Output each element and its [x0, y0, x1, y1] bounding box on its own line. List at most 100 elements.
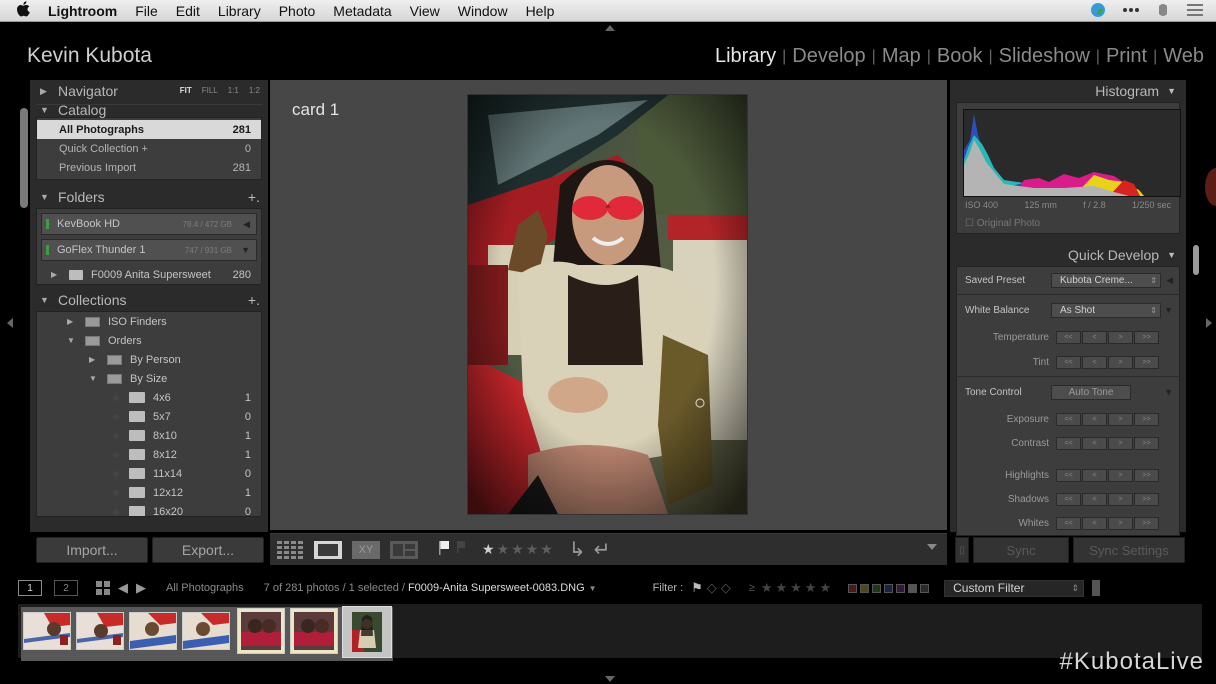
increase-large-button[interactable]: >>	[1134, 516, 1159, 530]
histogram-graph[interactable]	[963, 109, 1181, 197]
main-photo[interactable]	[468, 95, 747, 514]
filter-lock-icon[interactable]	[1092, 580, 1101, 596]
catalog-item-quick-collection[interactable]: Quick Collection + 0	[37, 139, 261, 158]
folders-header[interactable]: ▼ Folders +.	[30, 186, 268, 208]
sync-settings-button[interactable]: Sync Settings	[1073, 537, 1185, 563]
module-book[interactable]: Book	[931, 45, 989, 68]
color-filter-none[interactable]	[920, 583, 930, 593]
source-label[interactable]: All Photographs	[166, 582, 244, 594]
saved-preset-select[interactable]: Kubota Creme...	[1051, 273, 1161, 288]
menu-view[interactable]: View	[410, 3, 440, 19]
navigator-header[interactable]: ▶ Navigator FIT FILL 1:1 1:2	[30, 80, 268, 102]
collections-header[interactable]: ▼ Collections +.	[30, 289, 268, 311]
flag-picked-filter-icon[interactable]: ⚑	[691, 580, 703, 596]
expand-triangle-icon[interactable]: ▶	[89, 355, 107, 364]
decrease-large-button[interactable]: <<	[1056, 330, 1081, 344]
forward-arrow-icon[interactable]: ▶	[136, 580, 146, 596]
decrease-large-button[interactable]: <<	[1056, 492, 1081, 506]
star-rating[interactable]: ★ ★ ★ ★ ★	[482, 541, 553, 558]
expand-triangle-icon[interactable]: ▶	[67, 317, 85, 326]
rotate-right-icon[interactable]: ↵	[594, 537, 611, 562]
survey-view-button[interactable]	[390, 540, 418, 559]
increase-large-button[interactable]: >>	[1134, 492, 1159, 506]
decrease-large-button[interactable]: <<	[1056, 356, 1081, 369]
sync-button[interactable]: Sync	[973, 537, 1069, 563]
star-icon[interactable]: ★	[511, 541, 524, 558]
collapse-arrow-icon[interactable]: ◀	[243, 219, 250, 230]
folder-item[interactable]: ▶ F0009 Anita Supersweet 280	[37, 265, 261, 284]
decrease-small-button[interactable]: <	[1082, 492, 1107, 506]
add-collection-button[interactable]: +.	[248, 292, 260, 308]
filename-dropdown-icon[interactable]: ▼	[589, 584, 597, 593]
flag-reject-icon[interactable]	[456, 539, 468, 560]
white-balance-select[interactable]: As Shot	[1051, 302, 1161, 318]
increase-large-button[interactable]: >>	[1134, 412, 1159, 426]
histogram-header[interactable]: Histogram ▼	[950, 80, 1186, 102]
rating-operator[interactable]: ≥	[749, 582, 755, 594]
collapse-arrow-icon[interactable]: ▼	[1164, 387, 1173, 397]
bottom-panel-toggle[interactable]	[605, 676, 615, 682]
auto-tone-button[interactable]: Auto Tone	[1051, 384, 1131, 400]
flag-unflagged-filter-icon[interactable]: ◇	[707, 580, 717, 596]
filmstrip-thumbnail[interactable]	[290, 608, 338, 654]
color-filter-yellow[interactable]	[860, 583, 870, 593]
rotate-left-icon[interactable]: ↳	[569, 537, 586, 562]
apple-menu-icon[interactable]	[16, 0, 34, 21]
expand-triangle-icon[interactable]: ▶	[51, 270, 69, 279]
right-panel-scrollbar[interactable]	[1193, 245, 1199, 275]
decrease-large-button[interactable]: <<	[1056, 412, 1081, 426]
collection-set[interactable]: ▶ By Person	[37, 350, 261, 369]
menu-edit[interactable]: Edit	[176, 3, 200, 19]
back-arrow-icon[interactable]: ◀	[118, 580, 128, 596]
increase-small-button[interactable]: >	[1108, 412, 1133, 426]
increase-large-button[interactable]: >>	[1134, 356, 1159, 369]
filmstrip-thumbnail-selected[interactable]	[342, 606, 392, 658]
menu-file[interactable]: File	[135, 3, 158, 19]
second-window-button[interactable]: 2	[54, 580, 78, 596]
decrease-large-button[interactable]: <<	[1056, 468, 1081, 482]
right-panel-toggle[interactable]	[1206, 318, 1212, 328]
increase-small-button[interactable]: >	[1108, 356, 1133, 369]
collection-set[interactable]: ▼ By Size	[37, 369, 261, 388]
menu-metadata[interactable]: Metadata	[333, 3, 391, 19]
star-icon[interactable]: ★	[526, 541, 539, 558]
decrease-small-button[interactable]: <	[1082, 436, 1107, 450]
increase-small-button[interactable]: >	[1108, 516, 1133, 530]
decrease-small-button[interactable]: <	[1082, 468, 1107, 482]
top-panel-toggle[interactable]	[605, 25, 615, 31]
module-web[interactable]: Web	[1157, 45, 1210, 68]
volume-kevbook-hd[interactable]: KevBook HD 78.4 / 472 GB ◀	[41, 213, 257, 235]
expand-arrow-icon[interactable]: ◀	[1166, 275, 1173, 286]
more-icon[interactable]	[1122, 2, 1140, 18]
catalog-item-all-photographs[interactable]: All Photographs 281	[37, 120, 261, 139]
flag-rejected-filter-icon[interactable]: ◇	[721, 580, 731, 596]
increase-large-button[interactable]: >>	[1134, 468, 1159, 482]
collection-item[interactable]: 16x20 0	[37, 502, 261, 516]
menu-library[interactable]: Library	[218, 3, 261, 19]
decrease-small-button[interactable]: <	[1082, 330, 1107, 344]
menu-window[interactable]: Window	[458, 3, 508, 19]
zoom-fit[interactable]: FIT	[180, 86, 192, 95]
checkbox-icon[interactable]: ☐	[965, 218, 974, 229]
filmstrip-thumbnail[interactable]	[76, 612, 124, 650]
catalog-item-previous-import[interactable]: Previous Import 281	[37, 158, 261, 177]
collection-set[interactable]: ▼ Orders	[37, 331, 261, 350]
decrease-small-button[interactable]: <	[1082, 516, 1107, 530]
menu-help[interactable]: Help	[526, 3, 555, 19]
module-print[interactable]: Print	[1100, 45, 1153, 68]
sync-toggle-switch[interactable]: ▯	[955, 537, 969, 563]
color-filter-red[interactable]	[848, 583, 858, 593]
menu-photo[interactable]: Photo	[279, 3, 316, 19]
star-icon[interactable]: ★	[540, 541, 553, 558]
compare-view-button[interactable]: XY	[352, 540, 380, 559]
star-icon[interactable]: ★	[497, 541, 510, 558]
zoom-fill[interactable]: FILL	[202, 86, 218, 95]
collection-item[interactable]: 11x14 0	[37, 464, 261, 483]
decrease-small-button[interactable]: <	[1082, 356, 1107, 369]
grid-view-icon[interactable]	[96, 581, 110, 595]
color-filter-green[interactable]	[872, 583, 882, 593]
increase-small-button[interactable]: >	[1108, 468, 1133, 482]
increase-small-button[interactable]: >	[1108, 330, 1133, 344]
quick-develop-header[interactable]: Quick Develop ▼	[950, 244, 1186, 266]
filename-label[interactable]: F0009-Anita Supersweet-0083.DNG	[408, 582, 585, 594]
